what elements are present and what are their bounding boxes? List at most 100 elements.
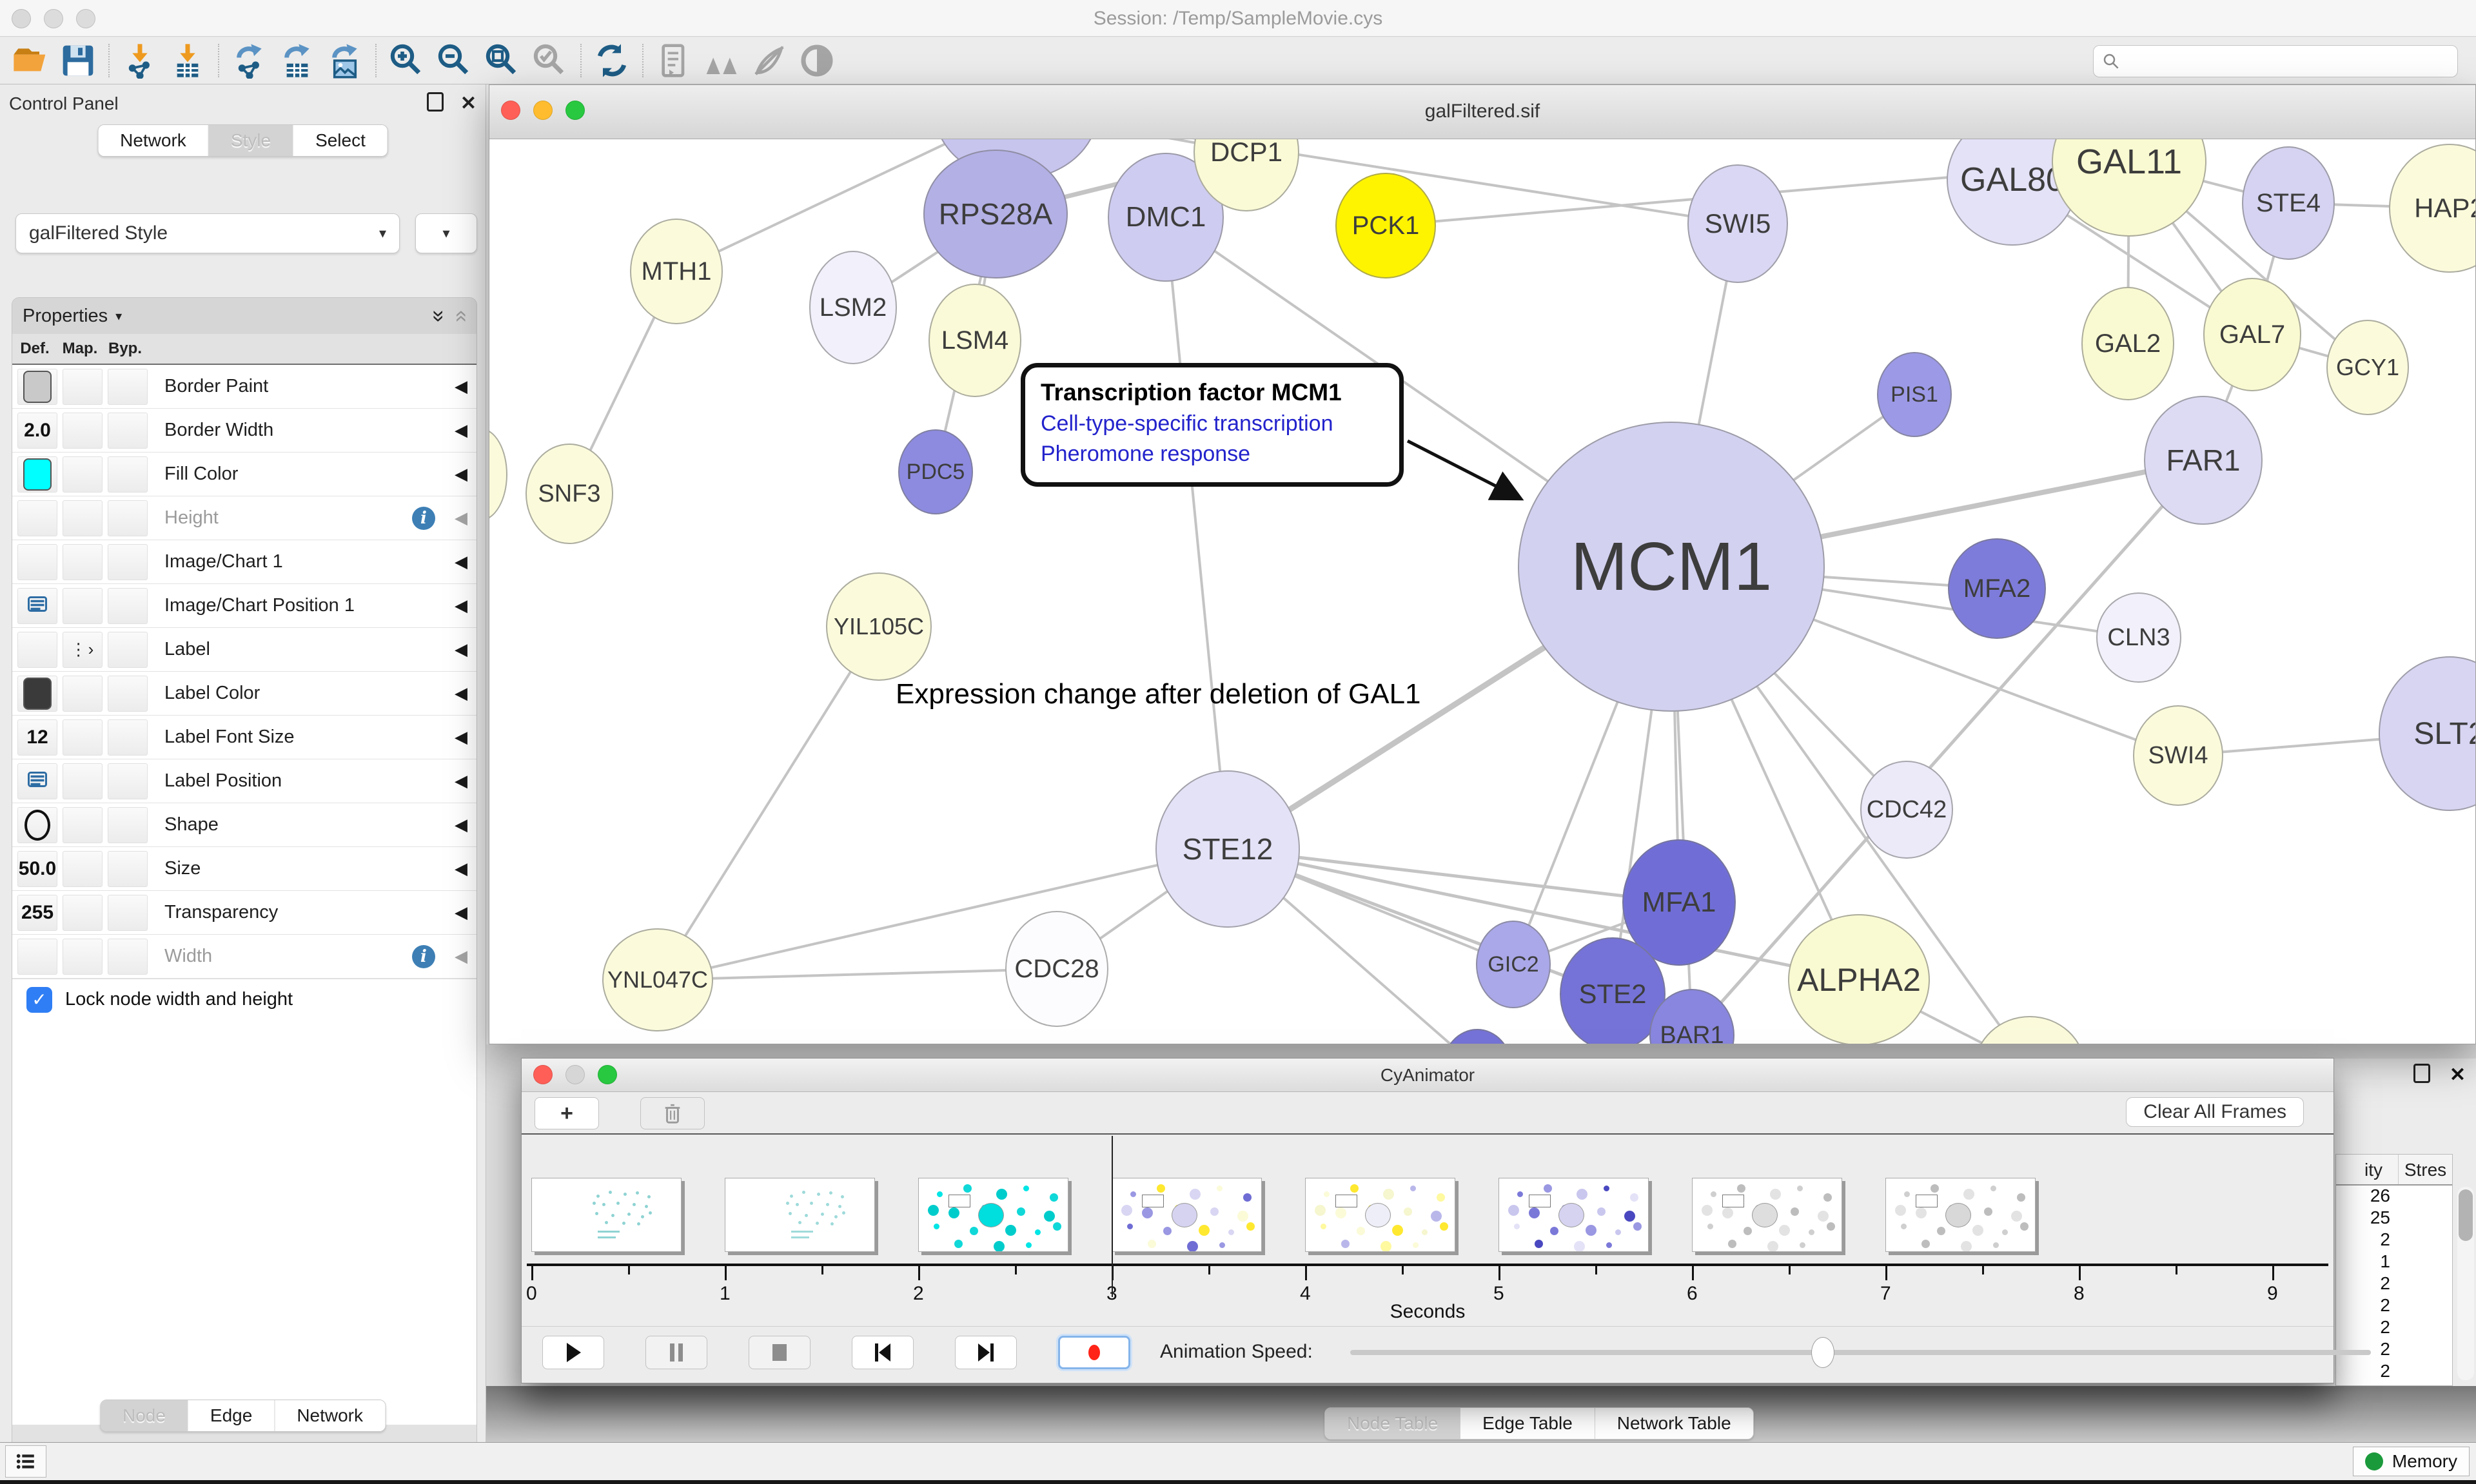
timeline-frame-0[interactable] <box>531 1178 682 1252</box>
animation-speed-thumb[interactable] <box>1811 1337 1834 1368</box>
table-tab-network-table[interactable]: Network Table <box>1595 1408 1753 1439</box>
properties-dropdown-icon[interactable]: ▾ <box>115 308 122 324</box>
default-value-cell[interactable] <box>17 369 57 405</box>
property-row-label-color[interactable]: Label Color◀ <box>12 672 477 716</box>
search-field[interactable] <box>2093 45 2458 77</box>
tab-style[interactable]: Style <box>209 125 293 156</box>
default-value-cell[interactable] <box>17 763 57 799</box>
expand-row-icon[interactable]: ◀ <box>455 947 467 966</box>
bypass-cell[interactable] <box>108 413 148 449</box>
node-cdc28[interactable]: CDC28 <box>1005 911 1108 1027</box>
default-value-cell[interactable]: 2.0 <box>17 413 57 449</box>
bypass-cell[interactable] <box>108 939 148 975</box>
expand-row-icon[interactable]: ◀ <box>455 421 467 440</box>
mapping-cell[interactable] <box>63 369 103 405</box>
bypass-cell[interactable] <box>108 500 148 536</box>
float-panel-icon[interactable] <box>2413 1064 2430 1083</box>
node-pdc5[interactable]: PDC5 <box>898 429 973 514</box>
node-ste4[interactable]: STE4 <box>2242 146 2335 260</box>
import-network-button[interactable] <box>116 41 164 81</box>
bypass-cell[interactable] <box>108 851 148 887</box>
zoom-fit-button[interactable] <box>478 41 526 81</box>
expand-row-icon[interactable]: ◀ <box>455 903 467 923</box>
table-row[interactable]: 2 <box>2336 1273 2452 1295</box>
cyanimator-titlebar[interactable]: CyAnimator <box>522 1059 2334 1092</box>
bypass-cell[interactable] <box>108 763 148 799</box>
node-rps28a[interactable]: RPS28A <box>923 150 1068 278</box>
zoom-in-button[interactable] <box>383 41 431 81</box>
node-mcm1[interactable]: MCM1 <box>1518 422 1825 712</box>
play-button[interactable] <box>542 1336 604 1369</box>
mapping-cell[interactable] <box>63 719 103 756</box>
zoom-out-button[interactable] <box>431 41 478 81</box>
node-swi4[interactable]: SWI4 <box>2133 705 2223 806</box>
default-value-cell[interactable] <box>17 632 57 668</box>
table-row[interactable]: 1 <box>2336 1251 2452 1273</box>
skip-end-button[interactable] <box>955 1336 1017 1369</box>
property-row-image-chart-1[interactable]: Image/Chart 1◀ <box>12 540 477 584</box>
pause-button[interactable] <box>645 1336 707 1369</box>
style-tab-network[interactable]: Network <box>275 1400 385 1431</box>
record-button[interactable] <box>1058 1336 1130 1369</box>
expand-row-icon[interactable]: ◀ <box>455 377 467 396</box>
timeline-frame-7[interactable] <box>1885 1178 2036 1252</box>
property-row-label[interactable]: ⋮›Label◀ <box>12 628 477 672</box>
property-row-border-width[interactable]: 2.0Border Width◀ <box>12 409 477 453</box>
timeline-frame-4[interactable] <box>1305 1178 1455 1252</box>
mapping-cell[interactable] <box>63 676 103 712</box>
node-swi5[interactable]: SWI5 <box>1687 164 1788 283</box>
default-value-cell[interactable]: 255 <box>17 895 57 931</box>
stop-button[interactable] <box>749 1336 811 1369</box>
table-row[interactable]: 2 <box>2336 1317 2452 1339</box>
expand-row-icon[interactable]: ◀ <box>455 596 467 616</box>
mapping-cell[interactable] <box>63 588 103 624</box>
default-value-cell[interactable] <box>17 588 57 624</box>
property-row-image-chart-position-1[interactable]: Image/Chart Position 1◀ <box>12 584 477 628</box>
default-value-cell[interactable] <box>17 456 57 493</box>
mapping-cell[interactable] <box>63 413 103 449</box>
timeline-playhead[interactable] <box>1112 1136 1113 1297</box>
binoculars-button[interactable] <box>698 41 745 81</box>
node-alpha2[interactable]: ALPHA2 <box>1788 914 1930 1044</box>
default-value-cell[interactable]: 12 <box>17 719 57 756</box>
tab-network[interactable]: Network <box>98 125 209 156</box>
network-window-titlebar[interactable]: galFiltered.sif <box>489 85 2475 139</box>
bypass-cell[interactable] <box>108 369 148 405</box>
default-value-cell[interactable] <box>17 544 57 580</box>
bypass-cell[interactable] <box>108 632 148 668</box>
default-value-cell[interactable]: 50.0 <box>17 851 57 887</box>
info-icon[interactable]: i <box>412 945 435 968</box>
expand-row-icon[interactable]: ◀ <box>455 640 467 659</box>
node-gcy1[interactable]: GCY1 <box>2326 320 2409 415</box>
style-tab-node[interactable]: Node <box>101 1400 188 1431</box>
close-panel-icon[interactable]: ✕ <box>2450 1064 2466 1086</box>
table-row[interactable]: 26 <box>2336 1186 2452 1207</box>
animation-speed-slider[interactable] <box>1350 1350 2371 1355</box>
property-row-label-font-size[interactable]: 12Label Font Size◀ <box>12 716 477 759</box>
zoom-selected-button[interactable] <box>526 41 574 81</box>
node-far1[interactable]: FAR1 <box>2144 396 2263 525</box>
default-value-cell[interactable] <box>17 676 57 712</box>
export-network-button[interactable] <box>226 41 273 81</box>
property-row-height[interactable]: Heighti◀ <box>12 496 477 540</box>
style-selector[interactable]: galFiltered Style ▾ <box>15 213 400 253</box>
node-pis1[interactable]: PIS1 <box>1877 352 1952 437</box>
timeline-frame-5[interactable] <box>1498 1178 1649 1252</box>
table-row[interactable]: 2 <box>2336 1295 2452 1317</box>
expand-row-icon[interactable]: ◀ <box>455 859 467 879</box>
task-history-button[interactable] <box>5 1445 46 1478</box>
table-row[interactable]: 25 <box>2336 1207 2452 1229</box>
node-cdc42[interactable]: CDC42 <box>1860 761 1953 859</box>
table-tab-node-table[interactable]: Node Table <box>1325 1408 1460 1439</box>
tab-select[interactable]: Select <box>293 125 388 156</box>
bypass-cell[interactable] <box>108 456 148 493</box>
mapping-cell[interactable]: ⋮› <box>63 632 103 668</box>
node-yil105c[interactable]: YIL105C <box>826 572 932 681</box>
close-panel-icon[interactable]: ✕ <box>460 92 477 115</box>
mapping-cell[interactable] <box>63 544 103 580</box>
style-options-button[interactable]: ▾ <box>415 213 477 253</box>
info-icon[interactable]: i <box>412 507 435 530</box>
cyanimator-timeline[interactable]: 0123456789 Seconds <box>522 1135 2334 1326</box>
property-row-shape[interactable]: Shape◀ <box>12 803 477 847</box>
node-ynl047c[interactable]: YNL047C <box>602 928 713 1031</box>
